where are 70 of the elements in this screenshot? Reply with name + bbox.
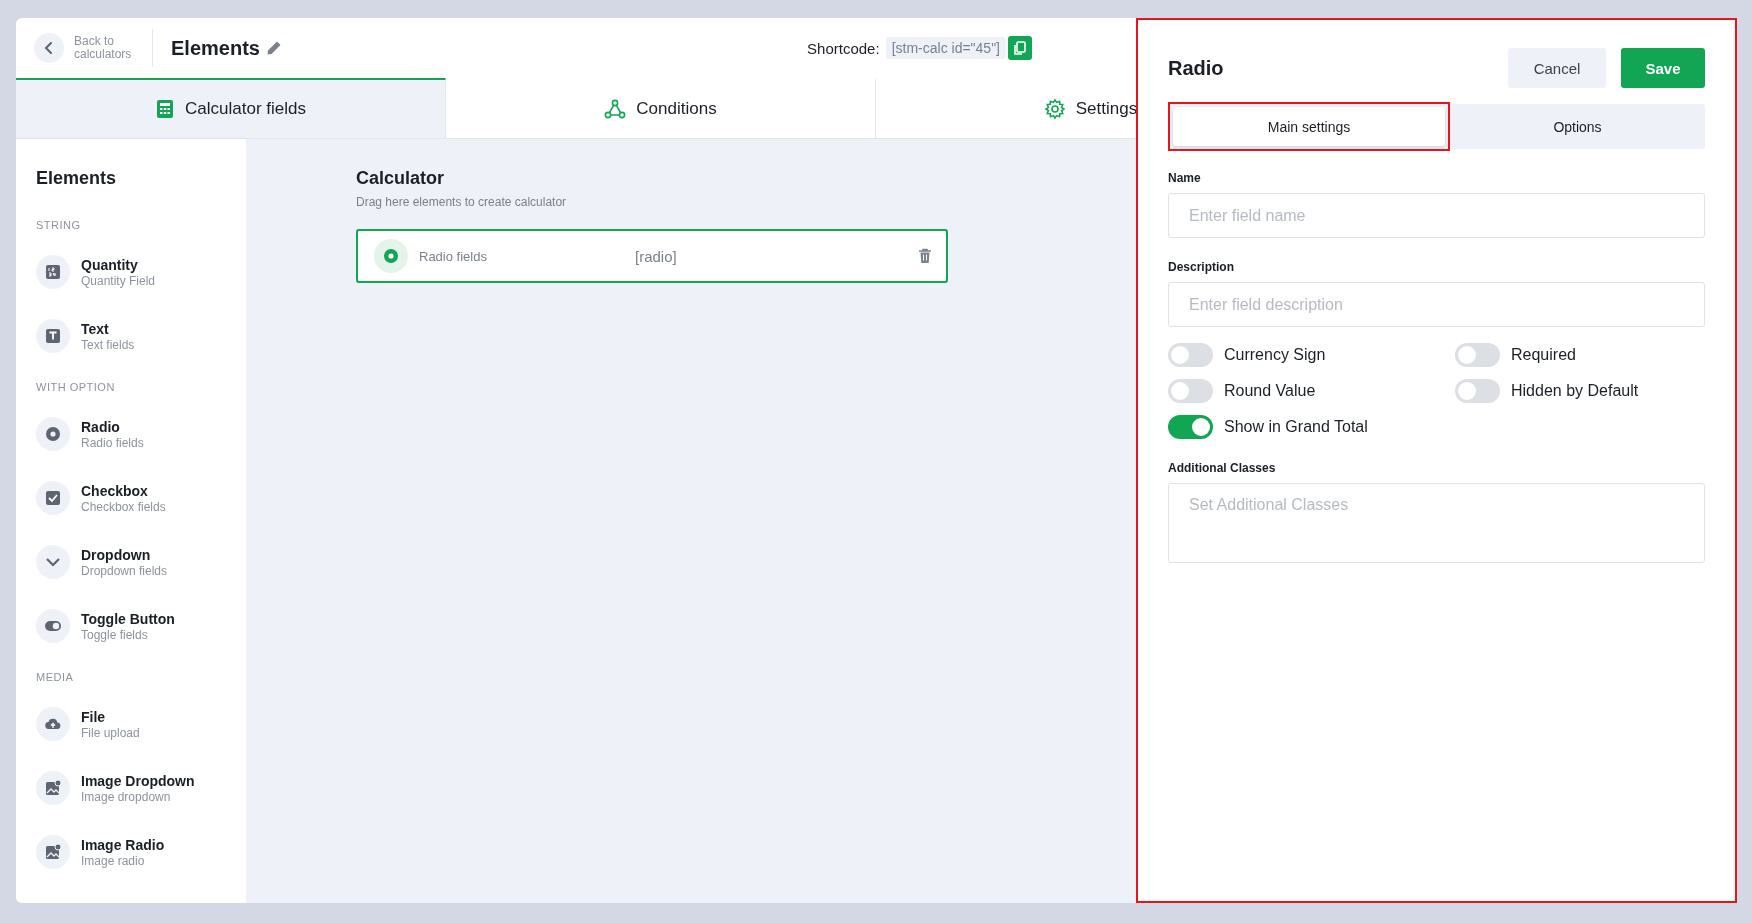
element-subtitle: File upload bbox=[81, 725, 140, 740]
element-name[interactable]: File bbox=[81, 708, 140, 725]
section-heading: MEDIA bbox=[36, 671, 75, 683]
classes-field[interactable]: Set Additional Classes bbox=[1168, 483, 1705, 563]
toggle-switch[interactable] bbox=[1455, 379, 1500, 403]
element-name[interactable]: Dropdown bbox=[81, 546, 168, 563]
field-label: Radio fields bbox=[419, 248, 488, 264]
radio-icon bbox=[374, 239, 408, 273]
pencil-icon[interactable] bbox=[265, 40, 282, 56]
tab[interactable]: Conditions bbox=[446, 78, 876, 138]
element-subtitle: Checkbox fields bbox=[81, 499, 166, 514]
element-subtitle: Dropdown fields bbox=[81, 563, 168, 578]
calculator-hint: Drag here elements to create calculator bbox=[356, 195, 568, 209]
field-card[interactable]: Radio fields [radio] bbox=[356, 229, 948, 283]
element-name[interactable]: Image Dropdown bbox=[81, 772, 195, 789]
toggle-switch[interactable] bbox=[1455, 343, 1500, 367]
element-name[interactable]: Checkbox bbox=[81, 482, 166, 499]
toggle-label: Hidden by Default bbox=[1511, 382, 1639, 400]
toggle-label: Round Value bbox=[1224, 382, 1316, 400]
element-name[interactable]: Radio bbox=[81, 418, 144, 435]
text-field[interactable]: Enter field description bbox=[1168, 282, 1705, 327]
toggle-label: Currency Sign bbox=[1224, 346, 1326, 364]
element-name[interactable]: Toggle Button bbox=[81, 610, 175, 627]
field-code: [radio] bbox=[635, 247, 677, 265]
calculator-title: Calculator bbox=[356, 168, 446, 189]
radio-element-icon[interactable] bbox=[36, 417, 70, 451]
element-subtitle: Radio fields bbox=[81, 435, 144, 450]
field-label: Name bbox=[1168, 171, 1202, 185]
settings-icon bbox=[1043, 98, 1066, 120]
toggle-switch[interactable] bbox=[1168, 343, 1213, 367]
panel-title: Radio bbox=[1168, 56, 1224, 80]
text-field[interactable]: Enter field name bbox=[1168, 193, 1705, 238]
element-subtitle: Image radio bbox=[81, 853, 146, 868]
toggle-label: Required bbox=[1511, 346, 1576, 364]
text-element-icon[interactable] bbox=[36, 319, 70, 353]
toggle-element-icon[interactable] bbox=[36, 609, 70, 643]
quantity-element-icon[interactable] bbox=[36, 255, 70, 289]
element-subtitle: Text fields bbox=[81, 337, 135, 352]
section-heading: STRING bbox=[36, 219, 82, 231]
sidebar-title: Elements bbox=[36, 168, 118, 189]
tab[interactable]: Calculator fields bbox=[16, 78, 446, 138]
toggle-switch[interactable] bbox=[1168, 379, 1213, 403]
copy-icon bbox=[1013, 41, 1027, 55]
element-subtitle: Toggle fields bbox=[81, 627, 149, 642]
back-button[interactable] bbox=[34, 33, 64, 63]
section-heading: WITH OPTION bbox=[36, 381, 116, 393]
checkbox-element-icon[interactable] bbox=[36, 481, 70, 515]
toggle-label: Show in Grand Total bbox=[1224, 418, 1368, 436]
image-element-icon[interactable] bbox=[36, 771, 70, 805]
dropdown-element-icon[interactable] bbox=[36, 545, 70, 579]
trash-icon[interactable] bbox=[918, 248, 932, 264]
element-name[interactable]: Image Radio bbox=[81, 836, 165, 853]
nodes-icon bbox=[604, 99, 627, 119]
field-label: Description bbox=[1168, 260, 1235, 274]
element-subtitle: Image dropdown bbox=[81, 789, 172, 804]
cancel-button[interactable]: Cancel bbox=[1508, 48, 1606, 88]
shortcode-label: Shortcode: bbox=[807, 39, 880, 57]
copy-button[interactable] bbox=[1008, 36, 1032, 60]
page-title: Elements bbox=[171, 36, 260, 60]
panel-tab[interactable]: Main settings bbox=[1173, 107, 1445, 146]
shortcode-value: [stm-calc id="45"] bbox=[885, 37, 1006, 59]
image-element-icon[interactable] bbox=[36, 835, 70, 869]
file-element-icon[interactable] bbox=[36, 707, 70, 741]
toggle-switch[interactable] bbox=[1168, 415, 1213, 439]
calculator-icon bbox=[155, 99, 175, 119]
element-subtitle: Quantity Field bbox=[81, 273, 156, 288]
field-label: Additional Classes bbox=[1168, 461, 1277, 475]
element-name[interactable]: Quantity bbox=[81, 256, 156, 273]
element-name[interactable]: Text bbox=[81, 320, 135, 337]
panel-tab[interactable]: Options bbox=[1455, 107, 1700, 146]
